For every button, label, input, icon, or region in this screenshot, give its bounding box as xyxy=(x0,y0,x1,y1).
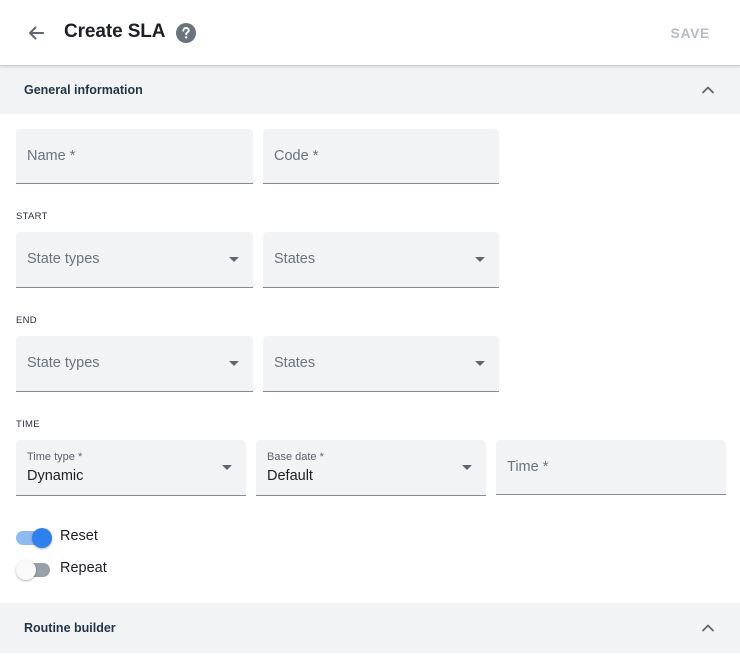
app-bar: Create SLA SAVE xyxy=(0,0,740,66)
select-placeholder: State types xyxy=(27,355,100,371)
repeat-toggle-row[interactable]: Repeat xyxy=(16,556,107,580)
chevron-up-icon xyxy=(702,624,714,632)
reset-toggle-row[interactable]: Reset xyxy=(16,524,98,548)
save-button[interactable]: SAVE xyxy=(671,25,711,41)
caret-down-icon xyxy=(475,361,485,366)
repeat-toggle[interactable] xyxy=(16,558,52,580)
toggle-thumb xyxy=(16,560,36,580)
time-label: TIME xyxy=(16,419,40,430)
time-field[interactable]: Time * xyxy=(496,440,726,495)
end-label: END xyxy=(16,315,37,326)
section-title: Routine builder xyxy=(24,621,116,635)
repeat-label: Repeat xyxy=(60,560,107,576)
back-button[interactable] xyxy=(22,19,50,47)
time-type-select[interactable]: Time type * Dynamic xyxy=(16,440,246,496)
reset-toggle[interactable] xyxy=(16,526,52,548)
question-circle-icon[interactable] xyxy=(176,23,196,43)
section-title: General information xyxy=(24,83,143,97)
time-placeholder: Time * xyxy=(507,459,549,475)
base-date-label: Base date * xyxy=(267,451,324,463)
caret-down-icon xyxy=(475,257,485,262)
time-type-label: Time type * xyxy=(27,451,83,463)
caret-down-icon xyxy=(462,465,472,470)
base-date-select[interactable]: Base date * Default xyxy=(256,440,486,496)
base-date-value: Default xyxy=(267,468,313,484)
select-placeholder: State types xyxy=(27,251,100,267)
code-placeholder: Code * xyxy=(274,148,319,164)
arrow-left-icon xyxy=(29,26,44,40)
toggle-thumb xyxy=(32,528,52,548)
general-information-header[interactable]: General information xyxy=(0,66,740,114)
name-placeholder: Name * xyxy=(27,148,76,164)
reset-label: Reset xyxy=(60,528,98,544)
start-label: START xyxy=(16,211,48,222)
caret-down-icon xyxy=(229,257,239,262)
start-states-select[interactable]: States xyxy=(263,232,499,288)
start-state-types-select[interactable]: State types xyxy=(16,232,253,288)
caret-down-icon xyxy=(229,361,239,366)
code-field[interactable]: Code * xyxy=(263,129,499,184)
time-type-value: Dynamic xyxy=(27,468,84,484)
caret-down-icon xyxy=(222,465,232,470)
end-state-types-select[interactable]: State types xyxy=(16,336,253,392)
select-placeholder: States xyxy=(274,355,316,371)
page-title: Create SLA xyxy=(64,21,166,42)
select-placeholder: States xyxy=(274,251,316,267)
end-states-select[interactable]: States xyxy=(263,336,499,392)
routine-builder-header[interactable]: Routine builder xyxy=(0,603,740,653)
chevron-up-icon xyxy=(702,86,714,94)
name-field[interactable]: Name * xyxy=(16,129,253,184)
